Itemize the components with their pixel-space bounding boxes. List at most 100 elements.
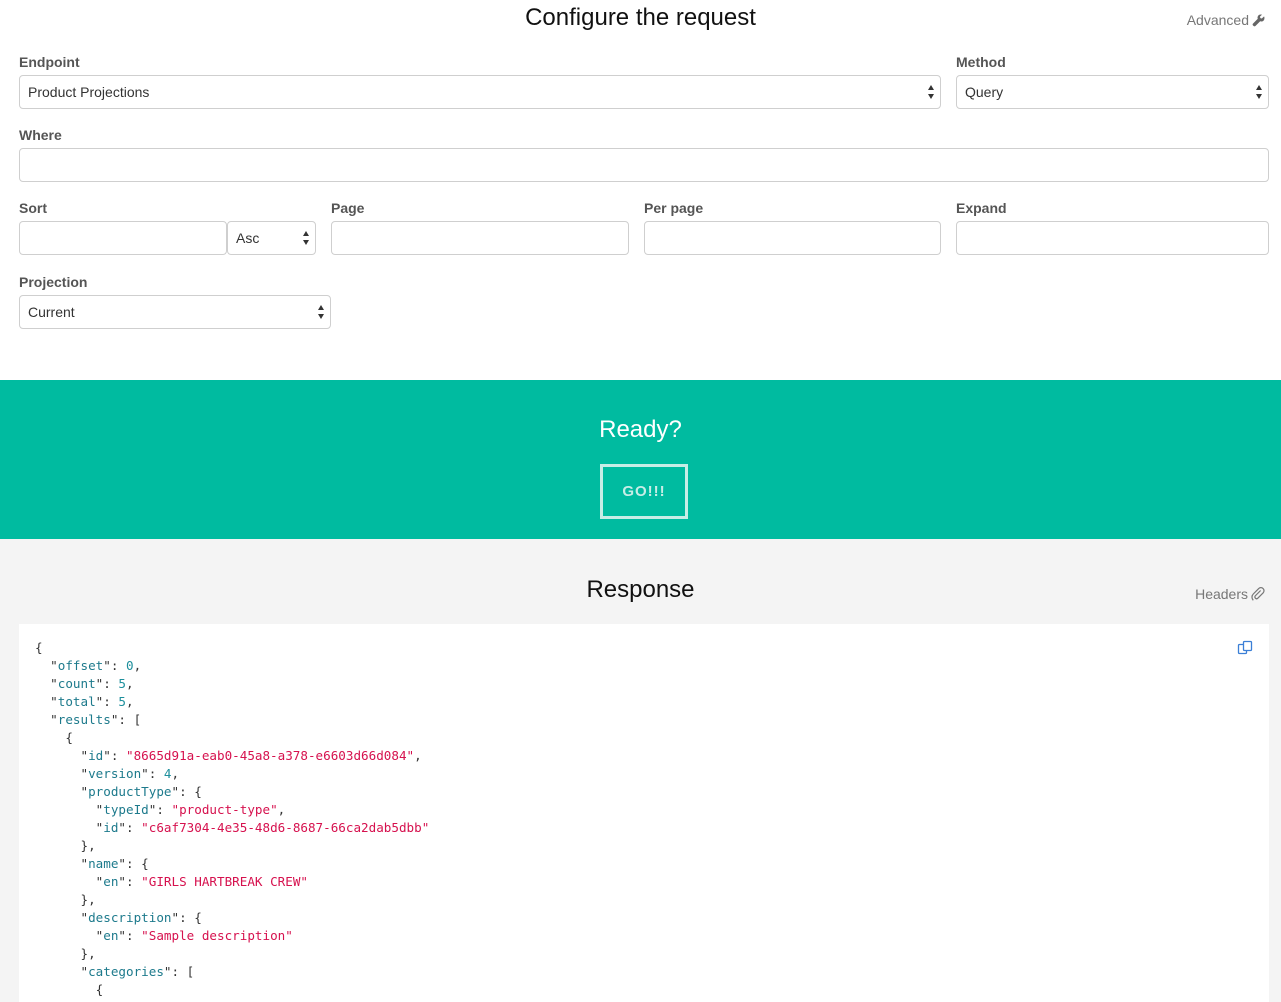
- json-key: id: [88, 748, 104, 763]
- json-punct: ": [: [110, 712, 142, 727]
- code-line: "typeId": "product-type",: [35, 801, 429, 819]
- json-punct: ,: [126, 676, 134, 691]
- json-key: total: [57, 694, 96, 709]
- code-line: {: [35, 981, 429, 999]
- json-punct: ":: [141, 766, 164, 781]
- projection-label: Projection: [19, 274, 88, 290]
- json-key: en: [103, 874, 119, 889]
- code-line: "count": 5,: [35, 675, 429, 693]
- json-punct: },: [35, 838, 96, 853]
- code-line: },: [35, 891, 429, 909]
- expand-input[interactable]: [956, 221, 1269, 255]
- page-input[interactable]: [331, 221, 629, 255]
- ready-title: Ready?: [599, 416, 682, 443]
- json-punct: {: [35, 982, 104, 997]
- json-key: productType: [88, 784, 172, 799]
- select-arrows-icon: [1256, 85, 1263, 99]
- per-page-label: Per page: [644, 200, 704, 216]
- code-line: "offset": 0,: [35, 657, 429, 675]
- sort-label: Sort: [19, 200, 47, 216]
- code-line: {: [35, 639, 429, 657]
- code-line: "en": "Sample description": [35, 927, 429, 945]
- select-arrows-icon: [318, 305, 325, 319]
- code-line: "id": "c6af7304-4e35-48d6-8687-66ca2dab5…: [35, 819, 430, 837]
- code-line: "description": {: [35, 909, 429, 927]
- expand-label: Expand: [956, 200, 1007, 216]
- json-number: 5: [118, 676, 127, 691]
- json-key: results: [57, 712, 111, 727]
- json-punct: ": [35, 802, 104, 817]
- json-punct: ": [35, 820, 104, 835]
- json-punct: ": [35, 928, 104, 943]
- method-select[interactable]: Query: [956, 75, 1269, 109]
- page-label: Page: [331, 200, 365, 216]
- json-key: version: [88, 766, 142, 781]
- json-punct: ":: [103, 748, 126, 763]
- request-config-section: Configure the request Advanced Endpoint …: [0, 0, 1281, 380]
- endpoint-label: Endpoint: [19, 54, 80, 70]
- json-punct: ":: [103, 658, 126, 673]
- json-punct: ":: [118, 820, 142, 835]
- json-string: "Sample description": [141, 928, 293, 943]
- json-punct: ": [35, 712, 58, 727]
- select-arrows-icon: [303, 231, 310, 245]
- method-label: Method: [956, 54, 1006, 70]
- code-line: {: [35, 729, 429, 747]
- sort-direction-select[interactable]: Asc: [227, 221, 316, 255]
- json-number: 5: [118, 694, 127, 709]
- json-punct: ": [35, 766, 89, 781]
- json-key: id: [103, 820, 119, 835]
- json-punct: {: [35, 640, 43, 655]
- headers-link[interactable]: Headers: [1195, 586, 1265, 602]
- endpoint-select[interactable]: Product Projections: [19, 75, 941, 109]
- json-punct: ,: [277, 802, 286, 817]
- go-button[interactable]: GO!!!: [600, 464, 688, 519]
- json-punct: ": [: [163, 964, 195, 979]
- method-value: Query: [965, 84, 1004, 100]
- json-string: "product-type": [171, 802, 278, 817]
- page-title: Configure the request: [525, 4, 756, 31]
- json-punct: {: [35, 730, 73, 745]
- json-punct: },: [35, 892, 96, 907]
- headers-label: Headers: [1195, 586, 1248, 602]
- code-line: "id": "8665d91a-eab0-45a8-a378-e6603d66d…: [35, 747, 429, 765]
- advanced-label: Advanced: [1186, 12, 1249, 28]
- json-punct: ":: [118, 928, 142, 943]
- projection-value: Current: [28, 304, 75, 320]
- json-punct: ": {: [171, 784, 202, 799]
- select-arrows-icon: [928, 85, 935, 99]
- per-page-input[interactable]: [644, 221, 941, 255]
- code-line: },: [35, 945, 429, 963]
- json-punct: ,: [126, 694, 134, 709]
- response-json: { "offset": 0, "count": 5, "total": 5, "…: [35, 639, 429, 999]
- json-punct: },: [35, 946, 96, 961]
- code-line: "results": [: [35, 711, 429, 729]
- advanced-link[interactable]: Advanced: [1187, 12, 1265, 28]
- json-punct: ":: [95, 694, 119, 709]
- json-key: count: [57, 676, 96, 691]
- json-punct: ": {: [171, 910, 202, 925]
- json-key: name: [88, 856, 119, 871]
- json-string: "8665d91a-eab0-45a8-a378-e6603d66d084": [126, 748, 415, 763]
- copy-icon[interactable]: [1237, 640, 1253, 656]
- wrench-icon: [1252, 14, 1265, 26]
- projection-select[interactable]: Current: [19, 295, 331, 329]
- json-punct: ": [35, 964, 89, 979]
- response-section: Response Headers { "offset": 0, "count":…: [0, 539, 1281, 1002]
- json-punct: ,: [171, 766, 180, 781]
- json-string: "GIRLS HARTBREAK CREW": [141, 874, 308, 889]
- code-line: "en": "GIRLS HARTBREAK CREW": [35, 873, 429, 891]
- json-punct: ,: [414, 748, 422, 763]
- json-punct: ": {: [118, 856, 149, 871]
- json-string: "c6af7304-4e35-48d6-8687-66ca2dab5dbb": [141, 820, 430, 835]
- json-punct: ":: [148, 802, 172, 817]
- where-input[interactable]: [19, 148, 1269, 182]
- response-body-panel[interactable]: { "offset": 0, "count": 5, "total": 5, "…: [19, 624, 1269, 1002]
- json-punct: ": [35, 910, 89, 925]
- sort-input[interactable]: [19, 221, 227, 255]
- code-line: },: [35, 837, 429, 855]
- json-punct: ,: [133, 658, 142, 673]
- json-punct: ": [35, 748, 89, 763]
- response-title: Response: [586, 576, 695, 603]
- code-line: "productType": {: [35, 783, 429, 801]
